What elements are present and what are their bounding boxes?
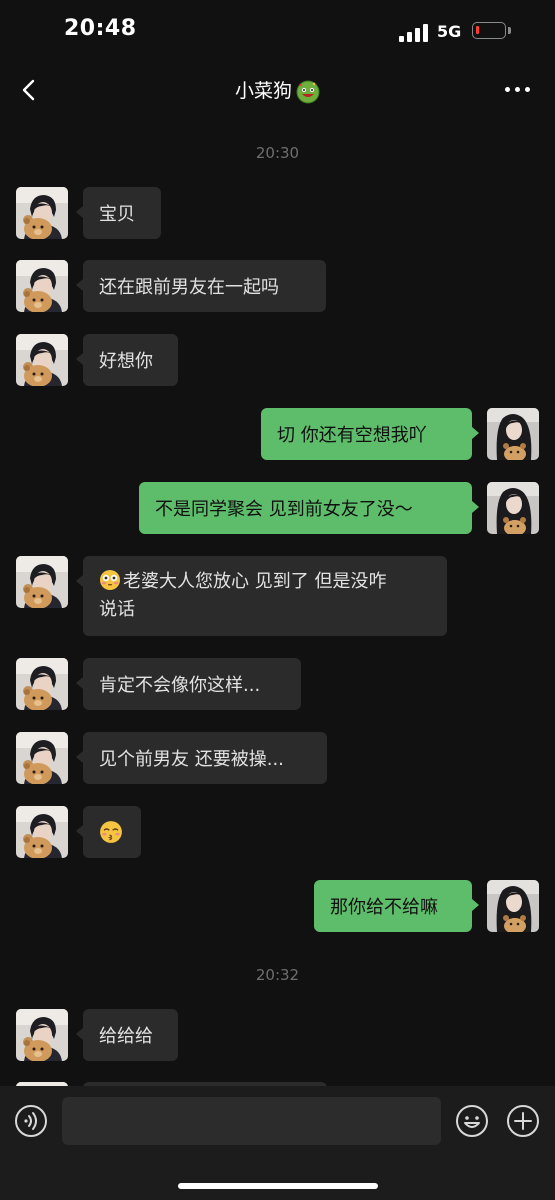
contact-avatar[interactable]: [16, 658, 68, 710]
contact-avatar[interactable]: [16, 732, 68, 784]
message-bubble[interactable]: [76, 806, 141, 858]
contact-avatar[interactable]: [16, 334, 68, 386]
input-bar: [0, 1086, 555, 1200]
kissing-face-emoji-icon: [100, 821, 122, 843]
my-avatar[interactable]: [487, 408, 539, 460]
flushed-face-emoji-icon: [100, 570, 120, 590]
message-bubble[interactable]: 给给给: [76, 1009, 178, 1061]
contact-avatar[interactable]: [16, 260, 68, 312]
voice-icon[interactable]: [14, 1104, 48, 1138]
message-input[interactable]: [62, 1097, 441, 1145]
contact-avatar[interactable]: [16, 806, 68, 858]
message-text: 老婆大人您放心 见到了 但是没咋: [123, 571, 387, 592]
message-bubble[interactable]: 宝贝: [76, 187, 161, 239]
message-bubble[interactable]: 老婆大人您放心 见到了 但是没咋 说话: [76, 556, 447, 636]
more-dots-icon[interactable]: [505, 86, 535, 94]
my-avatar[interactable]: [487, 482, 539, 534]
status-time: 20:48: [64, 16, 137, 41]
network-label: 5G: [437, 22, 462, 41]
contact-avatar[interactable]: [16, 187, 68, 239]
contact-avatar[interactable]: [16, 1009, 68, 1061]
green-smiley-emoji-icon: [296, 80, 320, 103]
message-bubble[interactable]: 还在跟前男友在一起吗: [76, 260, 326, 312]
message-bubble[interactable]: 切 你还有空想我吖: [261, 408, 479, 460]
battery-icon: [472, 22, 506, 39]
signal-icon: [399, 24, 429, 42]
timestamp: 20:32: [255, 966, 300, 984]
message-bubble[interactable]: 那你给不给嘛: [314, 880, 479, 932]
emoji-icon[interactable]: [455, 1104, 489, 1138]
message-list[interactable]: 20:30 宝贝 还在跟前男友在一起吗 好想你 切 你还有空想我吖 不是同学聚会…: [0, 118, 555, 1086]
timestamp: 20:30: [255, 144, 300, 162]
chat-header: 小菜狗: [0, 62, 555, 118]
message-line: 说话: [99, 599, 135, 620]
message-bubble[interactable]: 肯定不会像你这样...: [76, 658, 301, 710]
contact-avatar[interactable]: [16, 556, 68, 608]
chat-title: 小菜狗: [234, 80, 292, 102]
message-bubble[interactable]: 好想你: [76, 334, 178, 386]
status-bar: 20:48 5G: [0, 0, 555, 62]
chat-title-wrap: 小菜狗: [0, 76, 555, 104]
plus-icon[interactable]: [506, 1104, 540, 1138]
message-bubble[interactable]: 不是同学聚会 见到前女友了没～: [139, 482, 479, 534]
message-bubble[interactable]: 见个前男友 还要被操...: [76, 732, 327, 784]
my-avatar[interactable]: [487, 880, 539, 932]
battery-cap: [508, 27, 511, 34]
message-line: 老婆大人您放心 见到了 但是没咋: [99, 568, 431, 596]
home-indicator: [178, 1183, 378, 1189]
